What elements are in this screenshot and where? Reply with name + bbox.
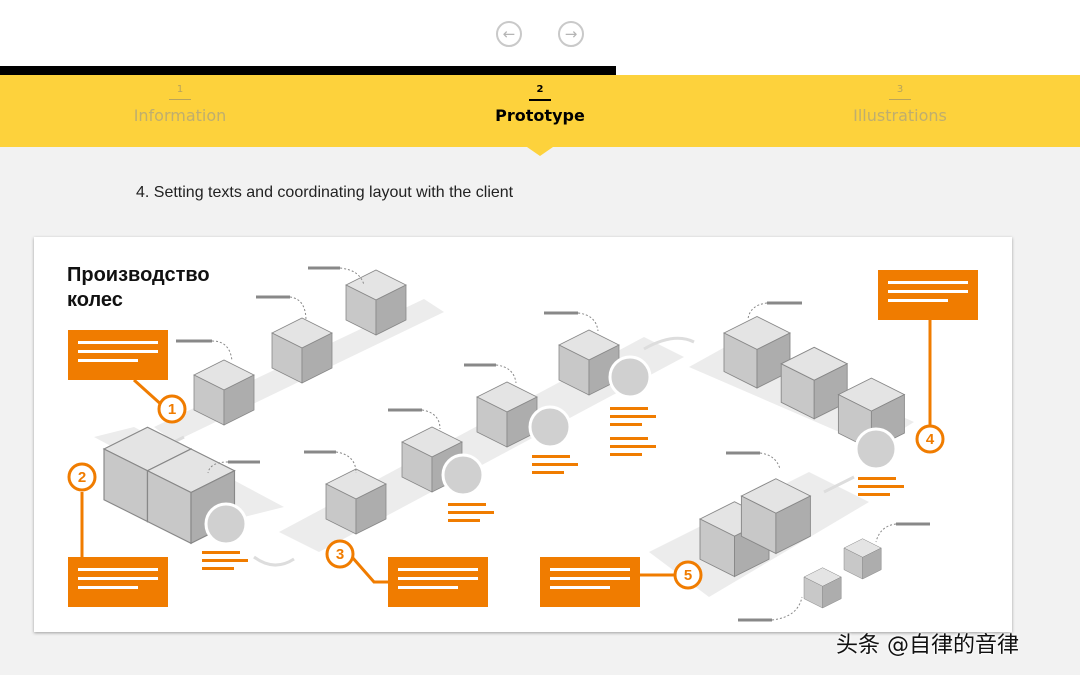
active-step-pointer	[527, 147, 553, 156]
marker-label: 2	[78, 469, 86, 486]
step-number-underline	[169, 99, 191, 100]
wheel	[204, 502, 248, 546]
step-number-underline	[889, 99, 911, 100]
tab-illustrations[interactable]: 3 Illustrations	[720, 75, 1080, 147]
diagram-title-line: колес	[67, 289, 123, 311]
marker-label: 3	[336, 546, 344, 563]
progress-bar	[0, 66, 1080, 75]
wheel	[528, 405, 572, 449]
arrow-left-icon[interactable]: ←	[496, 21, 522, 47]
step-number: 1	[176, 84, 184, 95]
tab-information[interactable]: 1 Information	[0, 75, 360, 147]
diagram-title-line: Производство	[67, 264, 210, 286]
progress-bar-fill	[0, 66, 616, 75]
diagram-card: 1 2 3 4 5 Производство колес	[34, 237, 1012, 632]
step-number: 2	[536, 84, 544, 95]
marker-label: 5	[684, 567, 692, 584]
callout-3	[350, 556, 488, 607]
callout-1	[68, 330, 168, 409]
step-label: Prototype	[495, 106, 585, 125]
step-number-underline	[529, 99, 551, 101]
wheel	[441, 453, 485, 497]
arrow-right-icon[interactable]: →	[558, 21, 584, 47]
steps-bar: 1 Information 2 Prototype 3 Illustration…	[0, 75, 1080, 147]
top-bar: ← →	[0, 0, 1080, 66]
wheel	[854, 427, 898, 471]
marker-label: 4	[926, 431, 935, 448]
tab-prototype[interactable]: 2 Prototype	[360, 75, 720, 147]
diagram-title: Производство колес	[67, 263, 210, 313]
watermark: 头条 @自律的音律	[836, 633, 1019, 658]
step-label: Information	[133, 106, 227, 125]
step-label: Illustrations	[853, 106, 947, 125]
step-number: 3	[896, 84, 904, 95]
marker-label: 1	[168, 401, 176, 418]
wheel	[608, 355, 652, 399]
callout-5	[540, 557, 674, 607]
page-subtitle: 4. Setting texts and coordinating layout…	[136, 184, 514, 201]
